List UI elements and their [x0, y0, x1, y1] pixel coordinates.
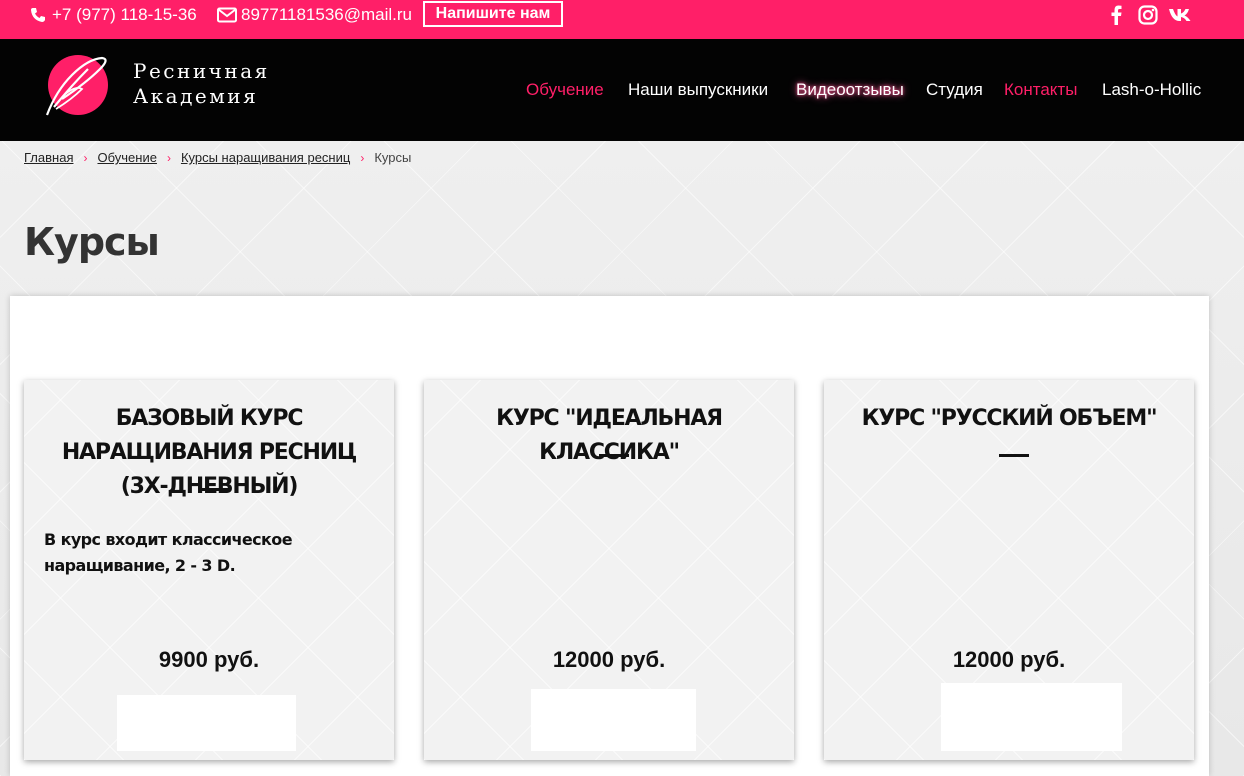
course-card-classic[interactable]: КУРС "ИДЕАЛЬНАЯ КЛАССИКА" 12000 руб. — [424, 380, 794, 760]
course-price: 9900 руб. — [158, 647, 260, 672]
top-contact-bar: +7 (977) 118-15-36 89771181536@mail.ru Н… — [0, 0, 1244, 39]
course-title: КУРС "РУССКИЙ ОБЪЕМ" — [861, 406, 1158, 431]
course-price: 12000 руб. — [952, 647, 1066, 672]
course-details-button[interactable] — [117, 695, 296, 751]
envelope-icon — [217, 7, 237, 23]
chevron-right-icon: › — [166, 150, 171, 165]
nav-item-video-reviews[interactable]: Видеоотзывы — [796, 80, 904, 100]
phone-icon — [30, 7, 46, 23]
course-card-basic[interactable]: БАЗОВЫЙ КУРС НАРАЩИВАНИЯ РЕСНИЦ (3Х-ДНЕВ… — [24, 380, 394, 760]
title-divider — [599, 454, 629, 457]
title-divider — [999, 454, 1029, 457]
course-details-button[interactable] — [531, 689, 696, 751]
course-details-button[interactable] — [941, 683, 1122, 751]
email-link[interactable]: 89771181536@mail.ru — [217, 0, 412, 30]
breadcrumb-current: Курсы — [374, 150, 412, 165]
nav-item-graduates[interactable]: Наши выпускники — [628, 80, 768, 100]
chevron-right-icon: › — [83, 150, 88, 165]
brand-line-1: Ресничная — [133, 59, 270, 83]
instagram-icon[interactable] — [1136, 4, 1160, 26]
vk-icon[interactable] — [1168, 4, 1192, 26]
brand-name[interactable]: Ресничная Академия — [133, 59, 270, 109]
site-header: Ресничная Академия Обучение Наши выпускн… — [0, 39, 1244, 141]
phone-link[interactable]: +7 (977) 118-15-36 — [30, 0, 197, 30]
phone-number: +7 (977) 118-15-36 — [52, 5, 197, 24]
logo-icon[interactable] — [42, 55, 112, 122]
write-us-button[interactable]: Напишите нам — [423, 1, 563, 27]
breadcrumb: Главная › Обучение › Курсы наращивания р… — [24, 150, 411, 165]
email-address: 89771181536@mail.ru — [241, 5, 413, 24]
brand-line-2: Академия — [133, 84, 259, 108]
title-divider — [199, 488, 229, 491]
breadcrumb-lash-courses[interactable]: Курсы наращивания ресниц — [181, 150, 350, 165]
chevron-right-icon: › — [360, 150, 365, 165]
course-title: КУРС "ИДЕАЛЬНАЯ КЛАССИКА" — [496, 406, 723, 465]
course-price: 12000 руб. — [552, 647, 666, 672]
nav-item-studio[interactable]: Студия — [926, 80, 983, 100]
nav-item-lash-o-hollic[interactable]: Lash-o-Hollic — [1102, 80, 1201, 100]
facebook-icon[interactable] — [1104, 4, 1128, 26]
breadcrumb-training[interactable]: Обучение — [97, 150, 156, 165]
course-card-russian-volume[interactable]: КУРС "РУССКИЙ ОБЪЕМ" 12000 руб. — [824, 380, 1194, 760]
course-description: В курс входит классическое наращивание, … — [44, 530, 293, 575]
nav-item-contacts[interactable]: Контакты — [1004, 80, 1077, 100]
page-title: Курсы — [24, 220, 160, 264]
breadcrumb-home[interactable]: Главная — [24, 150, 73, 165]
nav-item-training[interactable]: Обучение — [526, 80, 604, 100]
